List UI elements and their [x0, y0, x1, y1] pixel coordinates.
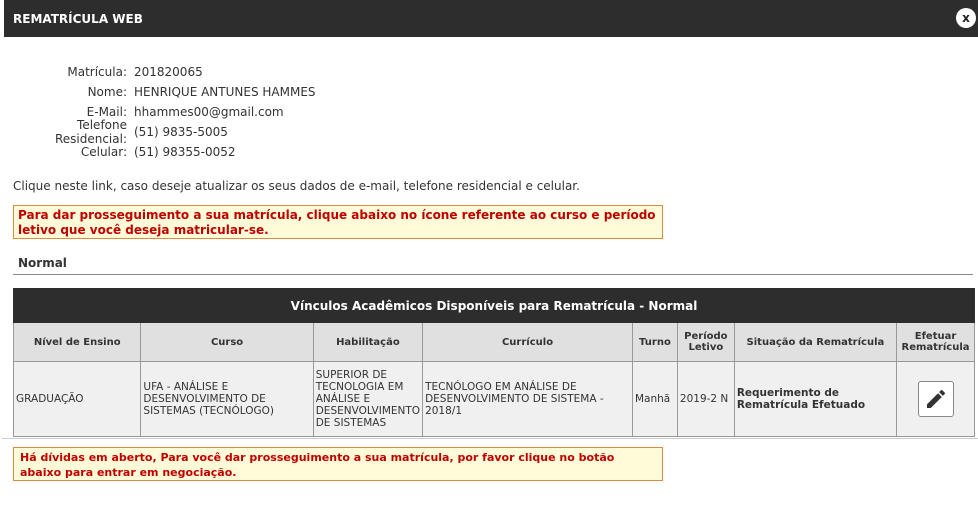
info-value: hhammes00@gmail.com	[134, 105, 284, 119]
col-header-efetuar: Efetuar Rematrícula	[896, 322, 975, 362]
info-label: Matrícula:	[67, 65, 127, 79]
student-info: Matrícula: 201820065 Nome: HENRIQUE ANTU…	[2, 62, 316, 162]
section-title: Normal	[18, 256, 67, 270]
col-header-situacao: Situação da Rematrícula	[733, 322, 898, 362]
info-label: E-Mail:	[86, 105, 127, 119]
info-value: HENRIQUE ANTUNES HAMMES	[134, 85, 316, 99]
cell-nivel: GRADUAÇÃO	[12, 361, 142, 437]
efetuar-rematricula-button[interactable]	[917, 381, 954, 417]
cell-efetuar	[896, 361, 975, 437]
rematricula-dialog: REMATRÍCULA WEB x Matrícula: 201820065 N…	[2, 0, 978, 439]
info-label: Telefone Residencial:	[54, 118, 127, 146]
table-row: GRADUAÇÃO UFA - ANÁLISE E DESENVOLVIMENT…	[12, 361, 975, 437]
info-label: Nome:	[87, 85, 127, 99]
info-value: (51) 9835-5005	[134, 125, 228, 139]
section-divider	[13, 274, 973, 275]
dialog-titlebar: REMATRÍCULA WEB	[2, 0, 978, 37]
info-row-nome: Nome: HENRIQUE ANTUNES HAMMES	[2, 82, 316, 102]
col-header-nivel: Nível de Ensino	[12, 322, 142, 362]
cell-habilitacao: SUPERIOR DE TECNOLOGIA EM ANÁLISE E DESE…	[312, 361, 424, 437]
vinculos-table: Vínculos Acadêmicos Disponíveis para Rem…	[12, 288, 975, 437]
table-caption: Vínculos Acadêmicos Disponíveis para Rem…	[13, 288, 975, 323]
enrollment-instruction-alert: Para dar prosseguimento a sua matrícula,…	[13, 205, 663, 239]
cell-periodo: 2019-2 N	[676, 361, 735, 437]
dialog-title: REMATRÍCULA WEB	[13, 11, 143, 26]
info-row-telefone: Telefone Residencial: (51) 9835-5005	[2, 118, 316, 146]
col-header-habilitacao: Habilitação	[312, 322, 424, 362]
col-header-turno: Turno	[631, 322, 678, 362]
pencil-icon	[926, 389, 945, 408]
update-data-link[interactable]: Clique neste link, caso deseje atualizar…	[13, 179, 580, 193]
close-icon: x	[962, 11, 970, 25]
info-label: Celular:	[80, 145, 127, 159]
debt-alert: Há dívidas em aberto, Para você dar pros…	[13, 447, 663, 481]
info-value: 201820065	[134, 65, 203, 79]
info-value: (51) 98355-0052	[134, 145, 236, 159]
cell-situacao: Requerimento de Rematrícula Efetuado	[733, 361, 898, 437]
info-row-celular: Celular: (51) 98355-0052	[2, 142, 316, 162]
close-button[interactable]: x	[956, 8, 976, 28]
info-row-matricula: Matrícula: 201820065	[2, 62, 316, 82]
col-header-periodo: Período Letivo	[676, 322, 735, 362]
cell-curso: UFA - ANÁLISE E DESENVOLVIMENTO DE SISTE…	[140, 361, 314, 437]
cell-curriculo: TECNÓLOGO EM ANÁLISE DE DESENVOLVIMENTO …	[422, 361, 633, 437]
col-header-curso: Curso	[140, 322, 314, 362]
col-header-curriculo: Currículo	[422, 322, 633, 362]
cell-turno: Manhã	[631, 361, 678, 437]
